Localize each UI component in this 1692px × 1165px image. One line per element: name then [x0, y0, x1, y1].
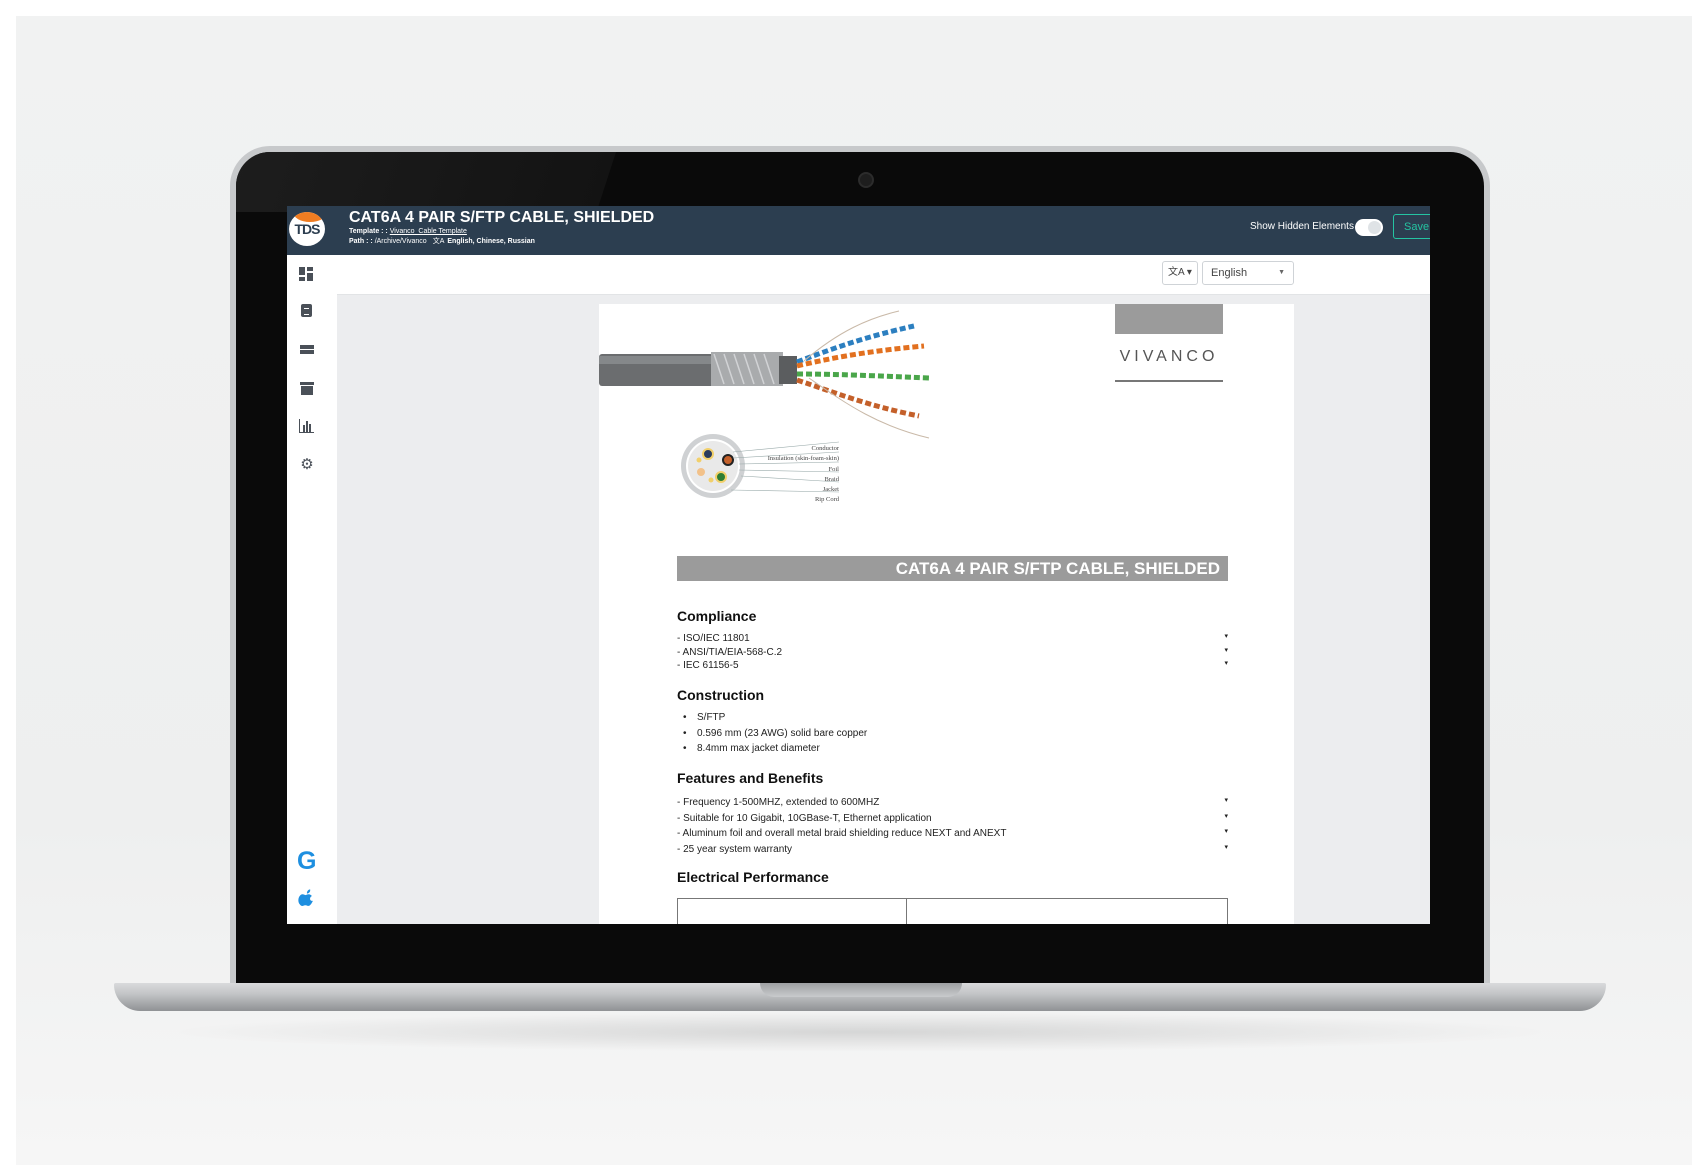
electrical-table	[677, 898, 1228, 924]
document-title: CAT6A 4 PAIR S/FTP CABLE, SHIELDED	[349, 209, 655, 226]
clipboard-icon[interactable]	[301, 304, 312, 317]
camera	[858, 172, 874, 188]
compliance-list: - ISO/IEC 11801 ▾ - ANSI/TIA/EIA-568-C.2 ▾…	[677, 632, 1228, 673]
language-select[interactable]: English ▼	[1202, 261, 1294, 285]
features-heading[interactable]: Features and Benefits	[677, 770, 823, 786]
brand-underline	[1115, 380, 1223, 382]
translate-button[interactable]: 文A ▾	[1162, 261, 1198, 285]
path-value: /Archive/Vivanco	[374, 238, 427, 245]
list-item[interactable]: - Suitable for 10 Gigabit, 10GBase-T, Et…	[677, 812, 1228, 828]
dashboard-icon[interactable]	[299, 267, 315, 283]
label-jacket: Jacket	[822, 486, 839, 494]
brand-logo: VIVANCO	[1119, 348, 1219, 365]
sidebar: ⚙ G	[287, 255, 337, 924]
list-item[interactable]: - 25 year system warranty ▾	[677, 843, 1228, 859]
document-page: Conductor Insulation (skin-foam-skin) Fo…	[599, 304, 1294, 924]
bar-chart-icon[interactable]	[299, 419, 314, 433]
template-label: Template : :	[349, 228, 388, 235]
google-icon[interactable]: G	[297, 847, 316, 876]
label-insulation: Insulation (skin-foam-skin)	[767, 455, 839, 463]
laptop-notch	[760, 983, 962, 997]
save-button[interactable]: Save	[1393, 214, 1430, 239]
table-icon[interactable]	[299, 342, 315, 358]
label-conductor: Conductor	[811, 445, 839, 452]
cable-image	[599, 310, 930, 439]
electrical-heading[interactable]: Electrical Performance	[677, 869, 829, 885]
list-item[interactable]: - Frequency 1-500MHZ, extended to 600MHZ…	[677, 796, 1228, 812]
apple-icon[interactable]	[298, 888, 316, 906]
archive-icon[interactable]	[299, 380, 315, 396]
languages-list: English, Chinese, Russian	[447, 238, 535, 245]
label-foil: Foil	[828, 465, 839, 473]
chevron-down-icon[interactable]: ▾	[1224, 794, 1228, 808]
tds-logo[interactable]: TDS	[289, 212, 325, 246]
list-item[interactable]: - ANSI/TIA/EIA-568-C.2 ▾	[677, 646, 1228, 660]
chevron-down-icon[interactable]: ▾	[1224, 810, 1228, 824]
laptop-shadow	[160, 1012, 1560, 1052]
show-hidden-toggle[interactable]	[1355, 219, 1383, 236]
document-toolbar: 文A ▾ English ▼	[337, 255, 1430, 295]
language-select-value: English	[1211, 267, 1248, 279]
label-rip-cord: Rip Cord	[814, 496, 839, 504]
chevron-down-icon[interactable]: ▾	[1224, 657, 1228, 671]
app-window: TDS CAT6A 4 PAIR S/FTP CABLE, SHIELDED T…	[287, 206, 1430, 924]
list-item[interactable]: S/FTP	[683, 710, 867, 726]
construction-list: S/FTP 0.596 mm (23 AWG) solid bare coppe…	[683, 710, 867, 757]
top-bar: TDS CAT6A 4 PAIR S/FTP CABLE, SHIELDED T…	[287, 206, 1430, 255]
list-item[interactable]: - Aluminum foil and overall metal braid …	[677, 827, 1228, 843]
chevron-down-icon[interactable]: ▾	[1224, 644, 1228, 658]
product-banner[interactable]: CAT6A 4 PAIR S/FTP CABLE, SHIELDED	[677, 556, 1228, 581]
list-item[interactable]: - IEC 61156-5 ▾	[677, 659, 1228, 673]
template-link[interactable]: Vivanco_Cable Template	[390, 228, 467, 235]
show-hidden-label: Show Hidden Elements	[1250, 221, 1354, 232]
construction-heading[interactable]: Construction	[677, 687, 764, 703]
list-item[interactable]: - ISO/IEC 11801 ▾	[677, 632, 1228, 646]
compliance-heading[interactable]: Compliance	[677, 608, 756, 624]
features-list: - Frequency 1-500MHZ, extended to 600MHZ…	[677, 796, 1228, 858]
list-item[interactable]: 0.596 mm (23 AWG) solid bare copper	[683, 726, 867, 742]
chevron-down-icon: ▼	[1278, 269, 1285, 276]
cross-section-labels: Conductor Insulation (skin-foam-skin) Fo…	[757, 444, 839, 506]
path-label: Path : :	[349, 238, 373, 245]
chevron-down-icon[interactable]: ▾	[1224, 630, 1228, 644]
label-braid: Braid	[824, 475, 839, 483]
chevron-down-icon[interactable]: ▾	[1224, 825, 1228, 839]
translate-icon: 文A	[432, 238, 445, 245]
chevron-down-icon[interactable]: ▾	[1224, 841, 1228, 855]
gear-icon[interactable]: ⚙	[299, 457, 315, 473]
document-meta: Template : : Vivanco_Cable Template Path…	[349, 227, 535, 247]
list-item[interactable]: 8.4mm max jacket diameter	[683, 741, 867, 757]
brand-block	[1115, 304, 1223, 334]
table-cell	[678, 899, 907, 924]
